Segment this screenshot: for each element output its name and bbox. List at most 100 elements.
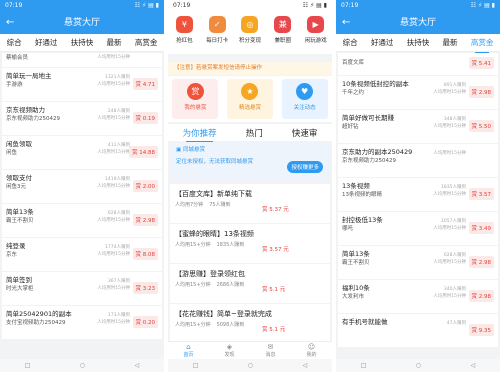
tab-hot[interactable]: 热门	[246, 127, 263, 139]
nav-home[interactable]: ⌂ 首页	[183, 343, 193, 358]
list-item[interactable]: 简单签到 时光大掌柜 367人赚到 人均用时15分钟赏 3.23	[2, 272, 162, 305]
nav-mine[interactable]: ☺ 我的	[306, 343, 316, 358]
list-item[interactable]: 封控极低13条 哪吒 1057人赚到 人均用时15分钟赏 3.49	[338, 212, 498, 245]
nav-messages[interactable]: ✉ 消息	[265, 343, 275, 358]
list-item[interactable]: 简单13条 霸王不割贝 628人赚到 人均用时15分钟赏 2.98	[338, 246, 498, 279]
home-icon[interactable]: ○	[416, 362, 421, 369]
back-icon[interactable]: ◁	[135, 362, 140, 369]
item-title: 【游思赚】登录领红包	[175, 270, 245, 278]
qicon-jifen[interactable]: ◎ 积分变现	[237, 16, 263, 54]
item-title: 【花花赚钱】简单~登录就完成	[175, 310, 272, 318]
reward-badge: 赏 14.88	[129, 146, 158, 158]
home-icon[interactable]: ○	[80, 362, 85, 369]
tab-haotongguo[interactable]: 好通过	[34, 37, 59, 48]
heart-icon: ♥	[296, 83, 314, 100]
reward-badge: 赏 0.20	[132, 316, 158, 328]
qicon-daka[interactable]: ✓ 每日打卡	[204, 16, 230, 54]
earned-count: 5098人赚到	[216, 322, 245, 328]
tab-gaoshangjin[interactable]: 高赏金	[470, 37, 495, 53]
card-my-reward[interactable]: 赏我的悬赏	[172, 79, 219, 119]
list-item[interactable]: 【花花赚钱】简单~登录就完成 人均用15+分钟 5098人赚到赏 5.1 元	[170, 304, 330, 343]
tab-fast-review[interactable]: 快速审	[292, 127, 318, 139]
filter-tabs: 综合 好通过 扶持快 最新 高赏金	[336, 34, 500, 53]
back-icon[interactable]: ◁	[303, 362, 308, 369]
home-icon: ⌂	[186, 343, 191, 351]
qicon-label: 积分变现	[238, 38, 261, 44]
back-arrow-icon[interactable]: ←	[342, 12, 350, 34]
points-icon: ◎	[241, 16, 259, 33]
status-icons: ☷ ⚡ ▤ ▮	[302, 2, 327, 9]
item-title: 京东助力的副本250429	[342, 148, 413, 156]
nav-label: 首页	[183, 352, 194, 358]
list-item[interactable]: 【蜜蜂的眼睛】13条视频 人均用15+分钟 1835人赚到赏 3.57 元	[170, 224, 330, 263]
home-icon[interactable]: ○	[248, 362, 253, 369]
tab-zuixin[interactable]: 最新	[442, 37, 459, 48]
city-reward-box: ▣ 同城悬赏 定位未授权，无法获取同城悬赏 授权赚更多	[171, 142, 329, 180]
reward-badge: 赏 2.98	[468, 86, 494, 98]
card-featured[interactable]: ★ 精选悬赏	[226, 79, 273, 119]
list-item[interactable]: 简单25042901的副本 支付宝视频助力250429 173人赚到 人均用时15分钟…	[2, 306, 162, 339]
avg-time: 人均用15+分钟	[175, 282, 211, 288]
phone-left: 07:19 ☷ ⚡ ▤ ▮ ← 悬赏大厅 综合 好通过 扶持快 最新 高赏金 蔡榆会…	[0, 0, 164, 372]
list-item[interactable]: 【百度文库】新单纯下载 人均用7分钟 75人赚到赏 5.37 元	[170, 184, 330, 223]
list-item[interactable]: 简单13条 霸王不割贝 628人赚到 人均用时15分钟赏 2.98	[2, 204, 162, 237]
qicon-hongbao[interactable]: ¥ 抢红包	[171, 16, 197, 54]
game-icon: ▶	[307, 16, 325, 33]
authorize-button[interactable]: 授权赚更多	[287, 161, 323, 173]
recents-icon[interactable]: □	[361, 362, 367, 369]
list-item[interactable]: 简单好做可长期赚 超好钻 348人赚到 人均用时15分钟赏 5.50	[338, 110, 498, 143]
item-sub: 京东视频助力250429	[342, 158, 396, 164]
list-item[interactable]: 有手机号就能做 47人赚到赏 9.35	[338, 314, 498, 347]
list-item[interactable]: 京东助力的副本250429 京东视频助力250429 人均用时15分钟	[338, 144, 498, 177]
earned-count: 340人赚到	[443, 287, 466, 292]
recents-icon[interactable]: □	[193, 362, 199, 369]
item-stat: 1835人赚到 人均用时15分钟	[430, 184, 466, 198]
list-item[interactable]: 纯登录 京东 1774人赚到 人均用时15分钟赏 8.08	[2, 238, 162, 271]
avg-time: 人均用时15分钟	[433, 294, 466, 299]
qicon-jianzhi[interactable]: 兼兼职圈	[270, 16, 296, 54]
tab-fuchikuai[interactable]: 扶持快	[406, 37, 431, 48]
earned-count: 1419人赚到	[105, 177, 130, 182]
list-item[interactable]: 10条视频低封控的副本 千年之约 891人赚到 人均用时15分钟赏 2.98	[338, 76, 498, 109]
nav-discover[interactable]: ◈ 发现	[224, 343, 234, 358]
status-icons: ☷ ⚡ ▤ ▮	[470, 2, 495, 9]
reward-badge: 赏 3.49	[468, 222, 494, 234]
tab-haotongguo[interactable]: 好通过	[370, 37, 395, 48]
qicon-label: 闲玩游戏	[304, 38, 327, 44]
list-item[interactable]: 蔡榆会员 人均用时15分钟	[2, 53, 162, 67]
item-meta: 人均用7分钟 75人赚到	[175, 200, 325, 210]
tab-zonghe[interactable]: 综合	[6, 37, 23, 48]
list-item[interactable]: 【游思赚】登录领红包 人均用15+分钟 2686人赚到赏 5.1 元	[170, 264, 330, 303]
list-item[interactable]: 13条视频 13条视频的眼睛 1835人赚到 人均用时15分钟赏 3.57	[338, 178, 498, 211]
reward-badge: 赏 8.08	[132, 248, 158, 260]
message-icon: ✉	[267, 343, 274, 351]
list-item[interactable]: 百度文库赏 5.41	[338, 53, 498, 75]
header: ← 悬赏大厅	[0, 12, 164, 34]
checkin-icon: ✓	[208, 16, 226, 33]
phone-right: 07:19 ☷ ⚡ ▤ ▮ ← 悬赏大厅 综合 好通过 扶持快 最新 高赏金 百度文…	[336, 0, 500, 372]
tab-zuixin[interactable]: 最新	[106, 37, 123, 48]
avg-time: 人均用时15分钟	[97, 184, 130, 189]
status-bar: 07:19 ☷ ⚡ ▤ ▮	[336, 0, 500, 12]
earned-count: 891人赚到	[443, 83, 466, 88]
item-stat: 人均用时15分钟	[430, 150, 466, 157]
tab-zonghe[interactable]: 综合	[342, 37, 359, 48]
tab-recommend[interactable]: 为你推荐	[183, 127, 217, 143]
reward-amount: 赏 3.57 元	[262, 247, 289, 253]
list-item[interactable]: 京东视频助力 京东视频助力250429 248人赚到 人均用时15分钟赏 0.19	[2, 102, 162, 135]
card-follow[interactable]: ♥ 关注动态	[281, 79, 328, 119]
card-label: 我的悬赏	[184, 105, 207, 111]
back-icon[interactable]: ◁	[471, 362, 476, 369]
list-item[interactable]: 闲鱼领取 闲鱼 411人赚到 人均用时15分钟赏 14.88	[2, 136, 162, 169]
back-arrow-icon[interactable]: ←	[6, 12, 14, 34]
item-stat: 1419人赚到人均用时15分钟	[94, 176, 130, 190]
item-meta: 人均用15+分钟 5098人赚到	[175, 320, 325, 330]
earned-count: 47人赚到	[446, 321, 466, 326]
list-item[interactable]: 领取支付 闲鱼3元 1419人赚到 人均用时15分钟赏 2.00	[2, 170, 162, 203]
tab-fuchikuai[interactable]: 扶持快	[70, 37, 95, 48]
qicon-youxi[interactable]: ▶ 闲玩游戏	[303, 16, 329, 54]
list-item[interactable]: 简单玩一局地主 手游游 1321人赚到 人均用时15分钟赏 4.71	[2, 68, 162, 101]
tab-gaoshangjin[interactable]: 高赏金	[134, 37, 159, 48]
list-item[interactable]: 福利10条 大发利市 340人赚到 人均用时15分钟赏 2.98	[338, 280, 498, 313]
recents-icon[interactable]: □	[25, 362, 31, 369]
